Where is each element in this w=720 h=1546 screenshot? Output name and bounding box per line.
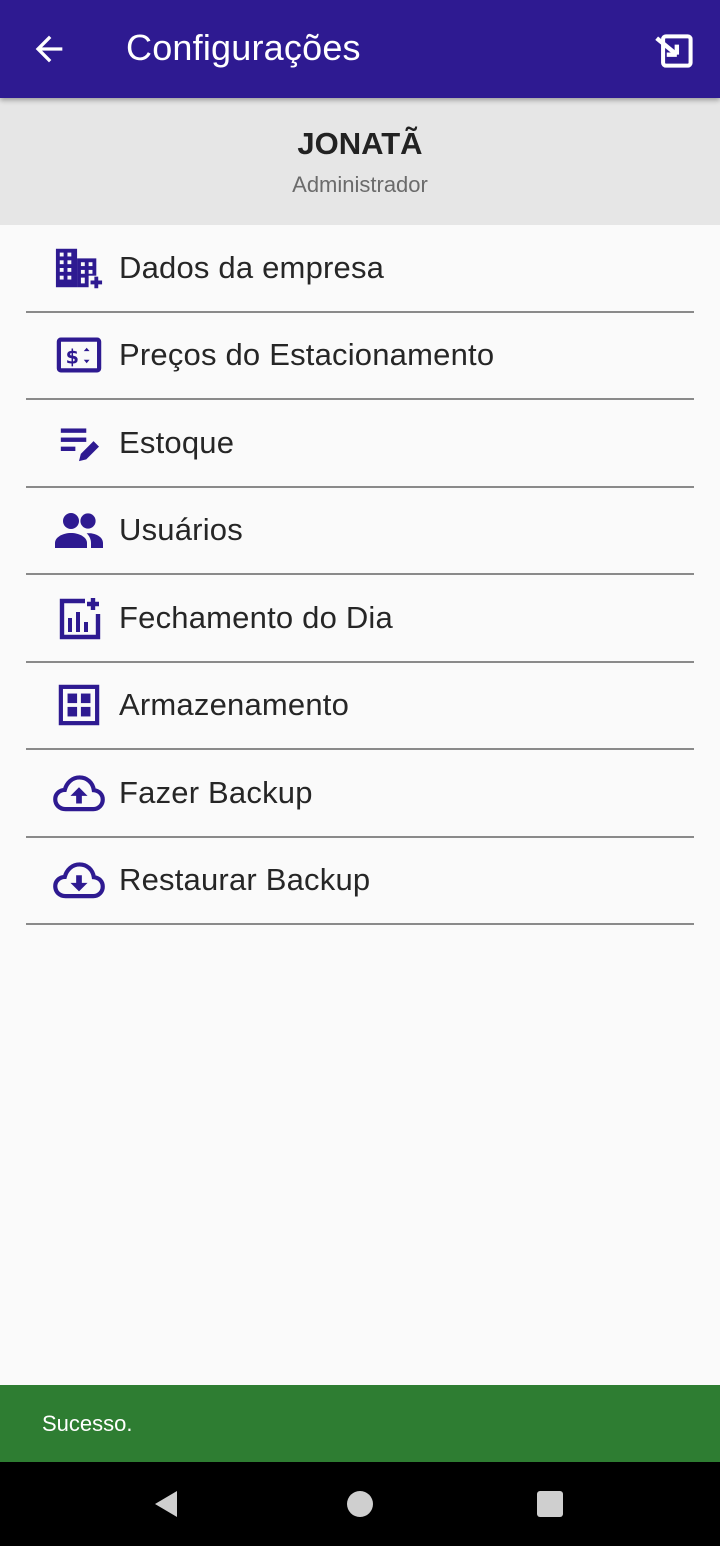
menu-item-label: Usuários bbox=[119, 512, 243, 548]
cloud-upload-icon bbox=[52, 769, 106, 817]
menu-item-label: Estoque bbox=[119, 424, 235, 460]
user-name: JONATÃ bbox=[297, 126, 423, 161]
menu-item-dados-da-empresa[interactable]: Dados da empresa bbox=[26, 225, 694, 313]
exit-button[interactable] bbox=[650, 26, 700, 76]
exit-to-app-icon bbox=[655, 34, 693, 68]
menu-item-fazer-backup[interactable]: Fazer Backup bbox=[26, 750, 694, 838]
system-navigation-bar bbox=[0, 1462, 720, 1546]
menu-item-label: Restaurar Backup bbox=[119, 862, 371, 898]
cloud-download-icon bbox=[52, 856, 106, 904]
page-title: Configurações bbox=[126, 27, 361, 68]
menu-item-armazenamento[interactable]: Armazenamento bbox=[26, 663, 694, 750]
menu-item-fechamento-do-dia[interactable]: Fechamento do Dia bbox=[26, 575, 694, 663]
menu-item-label: Fazer Backup bbox=[119, 774, 313, 810]
domain-add-icon bbox=[52, 244, 106, 292]
snackbar-message: Sucesso. bbox=[42, 1411, 133, 1436]
nav-recents-icon bbox=[537, 1491, 563, 1517]
snackbar: Sucesso. bbox=[0, 1385, 720, 1462]
menu-item-precos-do-estacionamento[interactable]: $ Preços do Estacionamento bbox=[26, 313, 694, 400]
svg-text:$: $ bbox=[66, 346, 79, 369]
app-bar: Configurações bbox=[0, 0, 720, 98]
menu-item-restaurar-backup[interactable]: Restaurar Backup bbox=[26, 838, 694, 925]
grid-icon bbox=[52, 681, 106, 729]
nav-home-button[interactable] bbox=[340, 1484, 380, 1524]
menu-item-label: Preços do Estacionamento bbox=[119, 337, 495, 373]
menu-item-estoque[interactable]: Estoque bbox=[26, 400, 694, 488]
people-icon bbox=[52, 506, 106, 554]
nav-home-icon bbox=[347, 1491, 373, 1517]
menu-item-label: Fechamento do Dia bbox=[119, 599, 393, 635]
nav-recents-button[interactable] bbox=[530, 1484, 570, 1524]
nav-back-icon bbox=[155, 1491, 177, 1517]
back-button[interactable] bbox=[24, 24, 74, 74]
menu-item-label: Dados da empresa bbox=[119, 249, 385, 285]
settings-menu: Dados da empresa $ Preços do Estacioname… bbox=[26, 225, 694, 925]
menu-item-usuarios[interactable]: Usuários bbox=[26, 488, 694, 575]
nav-back-button[interactable] bbox=[146, 1484, 186, 1524]
price-tag-icon: $ bbox=[52, 331, 106, 379]
chart-add-icon bbox=[52, 594, 106, 642]
arrow-back-icon bbox=[35, 35, 63, 63]
menu-item-label: Armazenamento bbox=[119, 687, 350, 723]
edit-list-icon bbox=[52, 419, 106, 467]
user-header: JONATÃ Administrador bbox=[0, 98, 720, 225]
user-role: Administrador bbox=[292, 172, 428, 197]
